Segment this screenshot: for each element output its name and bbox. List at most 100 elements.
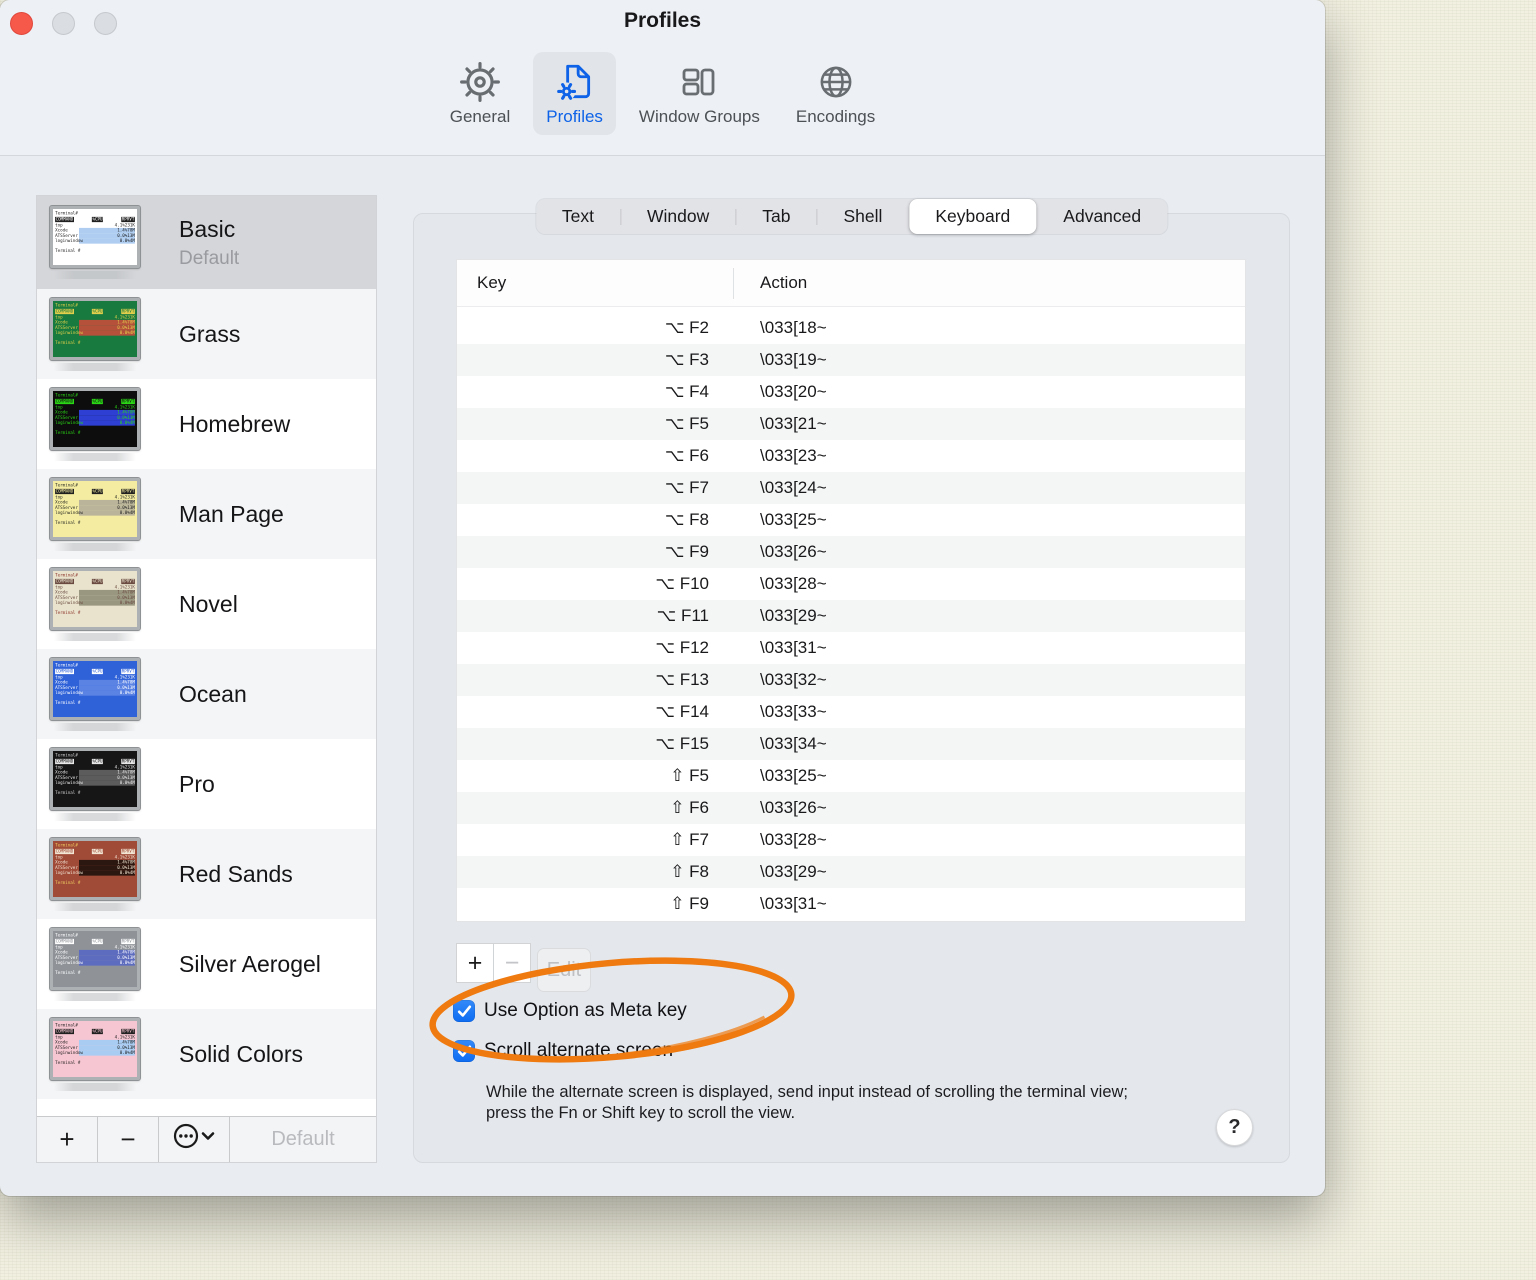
- profile-item-homebrew[interactable]: Terminal# COMMAND %CPU RPRVT top 4.1% 231K Xcod…: [37, 379, 376, 469]
- preview-cell: loginwindow: [55, 599, 83, 605]
- preview-cell: 4.1%: [114, 404, 125, 409]
- terminal-preview-content: Terminal# COMMAND %CPU RPRVT top 4.1% 231K Xcod…: [53, 840, 137, 897]
- preview-cell: 1.4%: [117, 319, 128, 325]
- checked-checkbox[interactable]: [453, 1040, 475, 1062]
- key-binding-row[interactable]: ⌥ F5 \033[21~: [457, 408, 1245, 440]
- binding-action: \033[28~: [760, 830, 827, 849]
- preview-header-chip: RPRVT: [121, 758, 135, 764]
- preview-prompt-line: Terminal #: [55, 879, 81, 885]
- key-binding-row[interactable]: ⌥ F4 \033[20~: [457, 376, 1245, 408]
- preview-header-chip: COMMAND: [55, 578, 74, 584]
- key-binding-row[interactable]: ⌥ F14 \033[33~: [457, 696, 1245, 728]
- key-binding-row[interactable]: ⌥ F9 \033[26~: [457, 536, 1245, 568]
- terminal-preview-content: Terminal# COMMAND %CPU RPRVT top 4.1% 231K Xcod…: [53, 1020, 137, 1077]
- key-binding-row[interactable]: ⌥ F13 \033[32~: [457, 664, 1245, 696]
- preview-header-chip: COMMAND: [55, 758, 74, 764]
- key-binding-row[interactable]: ⇧ F5 \033[25~: [457, 760, 1245, 792]
- binding-action: \033[31~: [760, 894, 827, 913]
- key-binding-row[interactable]: ⌥ F8 \033[25~: [457, 504, 1245, 536]
- key-binding-row[interactable]: ⇧ F7 \033[28~: [457, 824, 1245, 856]
- checkbox-use-option-as-meta-key[interactable]: Use Option as Meta key: [453, 1000, 687, 1022]
- preview-cell: 0.0%: [117, 954, 128, 960]
- key-binding-row[interactable]: ⇧ F9 \033[31~: [457, 888, 1245, 920]
- tab-advanced[interactable]: Advanced: [1037, 199, 1167, 234]
- key-binding-row[interactable]: ⌥ F2 \033[18~: [457, 312, 1245, 344]
- edit-binding-button[interactable]: Edit: [537, 948, 591, 992]
- preview-cell: 78M: [127, 319, 135, 325]
- preview-cell: ATSServer: [55, 684, 78, 690]
- preview-cell: 78M: [127, 409, 135, 415]
- preview-title-line: Terminal#: [55, 662, 78, 667]
- profile-labels: Ocean: [179, 681, 247, 708]
- profile-item-basic[interactable]: Terminal# COMMAND %CPU RPRVT top 4.1% 231K Xcod…: [37, 196, 376, 289]
- terminal-preview-content: Terminal# COMMAND %CPU RPRVT top 4.1% 231K Xcod…: [53, 750, 137, 807]
- checkmark-icon: [457, 1045, 471, 1057]
- key-binding-row[interactable]: ⌥ F11 \033[29~: [457, 600, 1245, 632]
- preview-cell: Xcode: [55, 1039, 68, 1045]
- preview-header-chip: %CPU: [91, 216, 104, 223]
- profile-item-silver-aerogel[interactable]: Terminal# COMMAND %CPU RPRVT top 4.1% 231K Xcod…: [37, 919, 376, 1009]
- remove-binding-button[interactable]: −: [493, 943, 531, 983]
- binding-key: ⌥ F11: [656, 606, 709, 625]
- tab-text[interactable]: Text: [536, 199, 620, 234]
- toolbar-item-window-groups[interactable]: Window Groups: [626, 52, 773, 135]
- profile-item-pro[interactable]: Terminal# COMMAND %CPU RPRVT top 4.1% 231K Xcod…: [37, 739, 376, 829]
- key-binding-row[interactable]: ⌥ F3 \033[19~: [457, 344, 1245, 376]
- preview-header-chip: COMMAND: [55, 216, 74, 223]
- toolbar-item-encodings[interactable]: Encodings: [783, 52, 888, 135]
- key-binding-row[interactable]: ⌥ F12 \033[31~: [457, 632, 1245, 664]
- preview-cell: 4.1%: [114, 854, 125, 859]
- remove-profile-button[interactable]: −: [98, 1117, 159, 1162]
- preview-process-row: loginwindow 0.0% 4M: [55, 1049, 135, 1056]
- key-binding-row[interactable]: ⌥ F7 \033[24~: [457, 472, 1245, 504]
- preview-cell: 0.0%: [119, 689, 130, 695]
- profile-name: Red Sands: [179, 860, 293, 887]
- profile-item-solid-colors[interactable]: Terminal# COMMAND %CPU RPRVT top 4.1% 231K Xcod…: [37, 1009, 376, 1099]
- checkmark-icon: [457, 1005, 471, 1017]
- key-binding-row[interactable]: ⌥ F15 \033[34~: [457, 728, 1245, 760]
- toolbar-item-profiles[interactable]: Profiles: [533, 52, 616, 135]
- help-button[interactable]: ?: [1216, 1109, 1253, 1146]
- tab-tab[interactable]: Tab: [736, 199, 816, 234]
- preview-cell: 4.1%: [114, 674, 125, 679]
- key-binding-row[interactable]: ⇧ F6 \033[26~: [457, 792, 1245, 824]
- thumbnail-reflection: [52, 992, 138, 1001]
- tab-shell[interactable]: Shell: [817, 199, 908, 234]
- profile-item-grass[interactable]: Terminal# COMMAND %CPU RPRVT top 4.1% 231K Xcod…: [37, 289, 376, 379]
- binding-key: ⌥ F10: [655, 574, 709, 593]
- tab-keyboard[interactable]: Keyboard: [909, 199, 1037, 234]
- preview-cell: 1.4%: [117, 679, 128, 685]
- preview-process-row: top 4.1% 231K: [55, 314, 135, 319]
- add-profile-button[interactable]: +: [37, 1117, 98, 1162]
- key-binding-row[interactable]: ⇧ F8 \033[29~: [457, 856, 1245, 888]
- preview-cell: 0.0%: [117, 774, 128, 780]
- profile-item-ocean[interactable]: Terminal# COMMAND %CPU RPRVT top 4.1% 231K Xcod…: [37, 649, 376, 739]
- checkbox-scroll-alternate-screen[interactable]: Scroll alternate screen: [453, 1040, 673, 1062]
- preview-process-row: top 4.1% 231K: [55, 944, 135, 949]
- binding-key: ⌥ F15: [655, 734, 709, 753]
- titlebar: Profiles General Profiles Window Groups …: [0, 0, 1325, 156]
- profile-item-novel[interactable]: Terminal# COMMAND %CPU RPRVT top 4.1% 231K Xcod…: [37, 559, 376, 649]
- toolbar: General Profiles Window Groups Encodings: [0, 52, 1325, 135]
- terminal-preview: Terminal# COMMAND %CPU RPRVT top 4.1% 231K Xcod…: [49, 836, 141, 901]
- profile-item-red-sands[interactable]: Terminal# COMMAND %CPU RPRVT top 4.1% 231K Xcod…: [37, 829, 376, 919]
- profile-name: Ocean: [179, 680, 247, 707]
- add-binding-button[interactable]: +: [456, 943, 494, 983]
- profile-actions-menu-button[interactable]: [159, 1117, 230, 1162]
- binding-key: ⌥ F9: [664, 542, 709, 561]
- profile-item-man-page[interactable]: Terminal# COMMAND %CPU RPRVT top 4.1% 231K Xcod…: [37, 469, 376, 559]
- checked-checkbox[interactable]: [453, 1000, 475, 1022]
- preview-cell: 78M: [127, 769, 135, 775]
- tab-window[interactable]: Window: [621, 199, 735, 234]
- preview-cell: ATSServer: [55, 594, 78, 600]
- preview-process-row: Xcode 1.4% 78M: [55, 589, 135, 595]
- binding-key: ⌥ F13: [655, 670, 709, 689]
- toolbar-item-general[interactable]: General: [437, 52, 523, 135]
- key-binding-row[interactable]: ⌥ F6 \033[23~: [457, 440, 1245, 472]
- window-groups-icon: [677, 59, 721, 105]
- set-default-button[interactable]: Default: [230, 1117, 376, 1162]
- key-binding-row[interactable]: ⌥ F10 \033[28~: [457, 568, 1245, 600]
- preview-cell: 78M: [127, 859, 135, 865]
- preview-process-row: top 4.1% 231K: [55, 1034, 135, 1039]
- preview-cell: 231K: [124, 764, 135, 769]
